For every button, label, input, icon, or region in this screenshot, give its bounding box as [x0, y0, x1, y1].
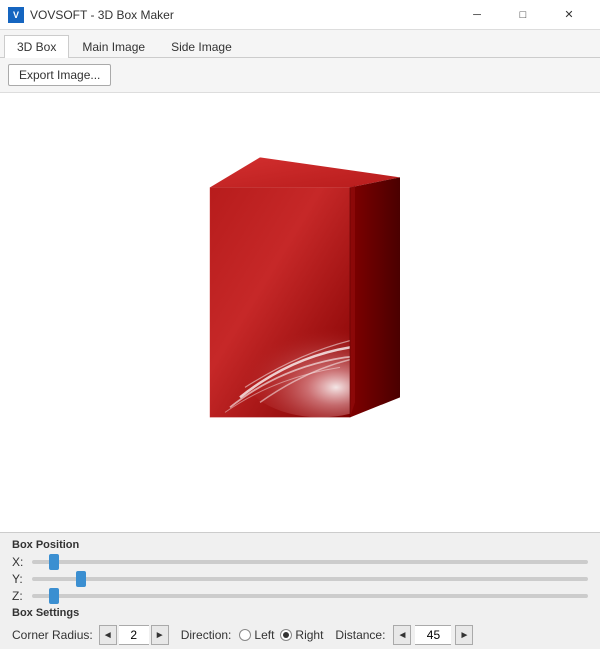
box-3d [190, 157, 410, 440]
direction-label: Direction: [181, 628, 232, 642]
radio-left-circle[interactable] [239, 629, 251, 641]
x-slider-thumb[interactable] [49, 554, 59, 570]
distance-decrease-button[interactable]: ◄ [393, 625, 411, 645]
x-slider-track[interactable] [32, 560, 588, 564]
title-controls: ─ □ ✕ [454, 0, 592, 30]
box-position-label: Box Position [12, 539, 588, 551]
tab-main-image[interactable]: Main Image [69, 35, 158, 58]
close-button[interactable]: ✕ [546, 0, 592, 30]
export-image-button[interactable]: Export Image... [8, 64, 111, 86]
toolbar: Export Image... [0, 58, 600, 93]
box-settings-label: Box Settings [12, 607, 588, 619]
x-label: X: [12, 555, 28, 569]
direction-group: Direction: Left Right [181, 628, 324, 642]
title-bar: V VOVSOFT - 3D Box Maker ─ □ ✕ [0, 0, 600, 30]
corner-radius-decrease-button[interactable]: ◄ [99, 625, 117, 645]
tab-side-image[interactable]: Side Image [158, 35, 245, 58]
maximize-button[interactable]: □ [500, 0, 546, 30]
z-label: Z: [12, 589, 28, 603]
distance-increase-button[interactable]: ► [455, 625, 473, 645]
y-slider-track[interactable] [32, 577, 588, 581]
radio-right-label: Right [295, 628, 323, 642]
y-slider-row: Y: [12, 572, 588, 586]
minimize-button[interactable]: ─ [454, 0, 500, 30]
app-icon: V [8, 7, 24, 23]
tab-3d-box[interactable]: 3D Box [4, 35, 69, 58]
radio-group: Left Right [239, 628, 323, 642]
canvas-area [0, 93, 600, 532]
x-slider-row: X: [12, 555, 588, 569]
corner-radius-value: 2 [119, 625, 149, 645]
radio-right[interactable]: Right [280, 628, 323, 642]
z-slider-thumb[interactable] [49, 588, 59, 604]
z-slider-track[interactable] [32, 594, 588, 598]
y-label: Y: [12, 572, 28, 586]
app-title: VOVSOFT - 3D Box Maker [30, 8, 174, 22]
corner-radius-label: Corner Radius: [12, 628, 93, 642]
radio-left[interactable]: Left [239, 628, 274, 642]
corner-radius-increase-button[interactable]: ► [151, 625, 169, 645]
radio-left-label: Left [254, 628, 274, 642]
distance-value: 45 [415, 625, 451, 645]
settings-row: Corner Radius: ◄ 2 ► Direction: Left Rig… [12, 625, 588, 645]
distance-group: Distance: ◄ 45 ► [335, 625, 473, 645]
radio-right-circle[interactable] [280, 629, 292, 641]
menu-tabs: 3D Box Main Image Side Image [0, 30, 600, 58]
title-bar-left: V VOVSOFT - 3D Box Maker [8, 7, 174, 23]
z-slider-row: Z: [12, 589, 588, 603]
distance-label: Distance: [335, 628, 385, 642]
y-slider-thumb[interactable] [76, 571, 86, 587]
bottom-controls: Box Position X: Y: Z: Box Settings [0, 532, 600, 649]
corner-radius-group: Corner Radius: ◄ 2 ► [12, 625, 169, 645]
